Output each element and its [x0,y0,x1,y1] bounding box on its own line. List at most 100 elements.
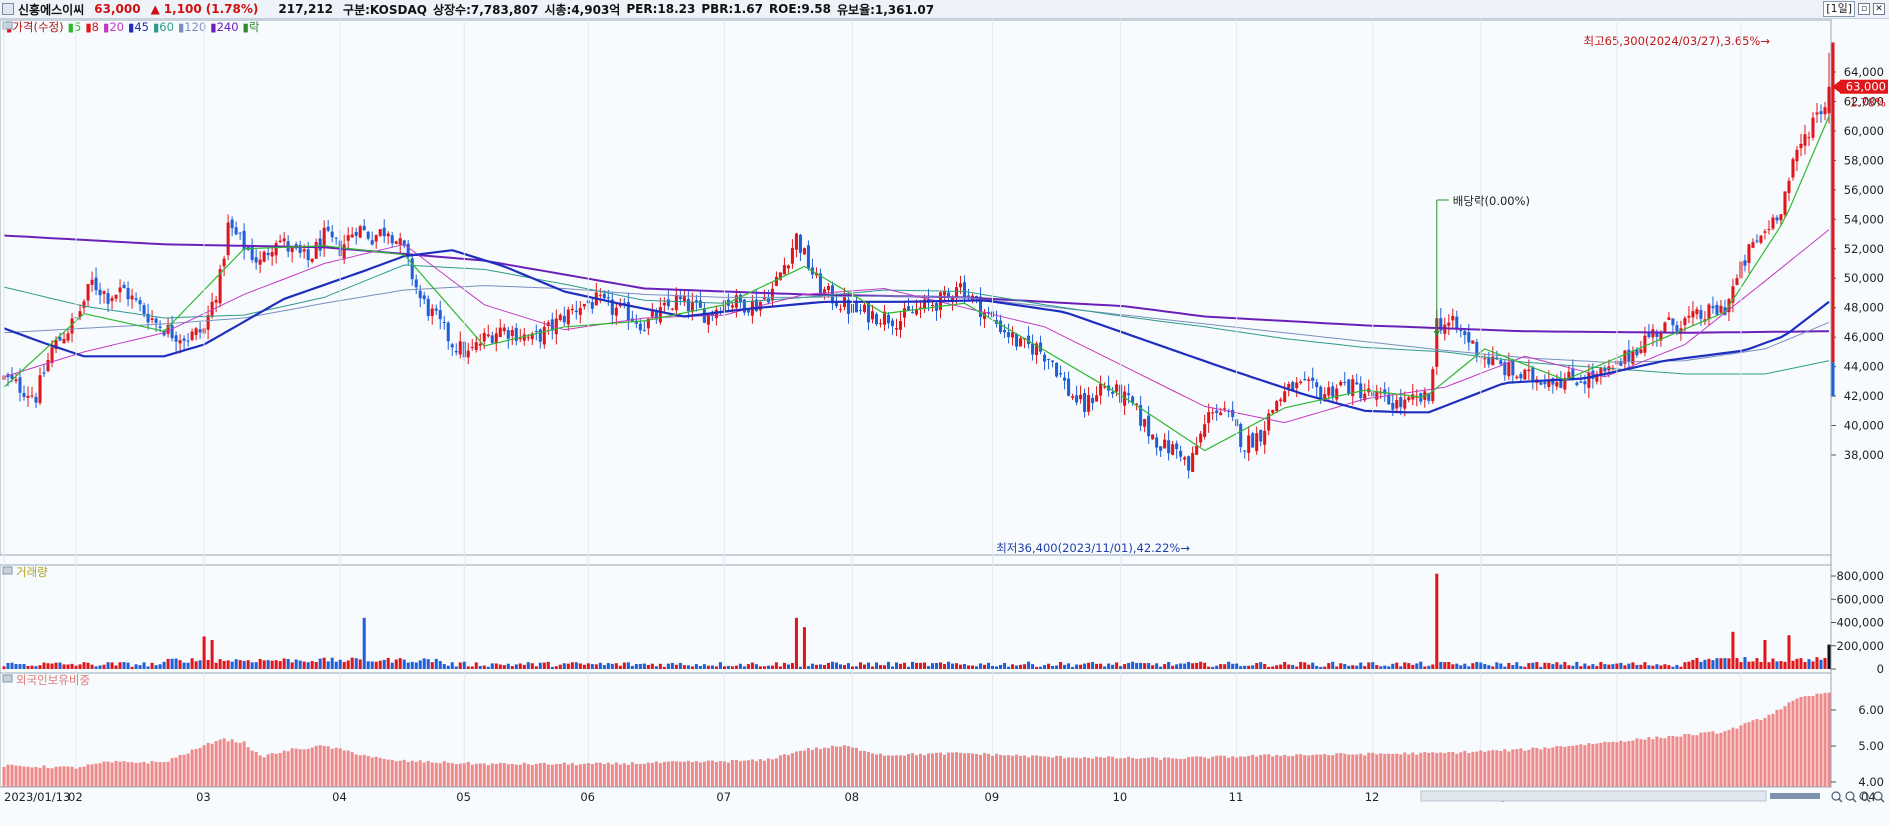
volume-bar [1351,665,1355,669]
foreign-bar [318,745,322,787]
candle-body [1747,244,1751,263]
foreign-bar [662,761,666,787]
price-tick-label: 54,000 [1844,212,1884,226]
candle-body [1007,332,1011,338]
volume-bar [1499,663,1503,669]
zoom-out-icon[interactable] [1831,791,1841,801]
candle-body [94,277,98,291]
foreign-bar [398,760,402,787]
candle-body [886,314,891,324]
x-tick-label: 2023/01/13 [4,790,70,804]
foreign-bar [738,761,742,787]
candle-body [1767,228,1771,230]
volume-bar [582,664,586,669]
volume-bar [1387,666,1391,669]
volume-bar [274,660,278,669]
foreign-bar [18,765,22,787]
chart-menu-icon[interactable] [2,3,14,15]
volume-bar [2,666,6,669]
foreign-bar [1691,735,1695,787]
candle-body [1083,393,1087,412]
price-legend: ▮가격(수정)▮5▮8▮20▮45▮60▮120▮240▮락 [6,20,260,34]
volume-bar [1279,664,1283,669]
foreign-bar [910,753,915,787]
candle-body [230,219,234,229]
volume-bar [1583,663,1587,669]
foreign-bar [1339,753,1343,787]
candle-body [790,247,794,264]
volume-bar [718,662,722,669]
volume-bar [1695,657,1699,669]
volume-bar [626,662,630,669]
volume-bar [1555,662,1559,669]
candle-body [426,298,430,317]
volume-bar [1783,661,1787,669]
candle-body [1279,399,1283,402]
foreign-bar [554,764,558,787]
volume-bar [694,664,698,669]
candle-body [1399,397,1403,408]
foreign-panel-toggle-icon[interactable] [2,674,13,683]
volume-bar [1535,662,1539,669]
candle-body [910,312,915,314]
volume-bar [1039,666,1043,669]
volume-bar [1819,659,1823,669]
foreign-bar [1459,752,1463,787]
volume-bar [538,662,542,669]
volume-bar [1067,663,1071,669]
candle-body [1239,424,1243,447]
foreign-bar [1367,752,1371,787]
volume-bar [810,663,814,669]
candle-body [158,326,162,328]
candle-body [382,227,386,237]
x-tick-label: 11 [1229,790,1244,804]
candle-body [975,295,979,298]
foreign-bar [1751,720,1755,787]
candle-body [1759,235,1763,243]
candle-body [454,350,458,353]
scrollbar-thumb[interactable] [1770,793,1820,799]
price-panel[interactable]: 38,000 40,000 42,000 44,000 46,000 48,000 50,0… [0,19,1888,556]
volume-bar [1755,658,1759,669]
chart-scrollbar[interactable] [1420,790,1767,802]
foreign-bar [1603,741,1607,787]
volume-bar [983,664,987,669]
candle-body [774,276,778,286]
volume-bar [959,664,963,669]
volume-bar [330,657,334,669]
volume-bar [1403,662,1407,669]
volume-panel-toggle-icon[interactable] [2,566,13,575]
change-percent: (1.78%) [205,2,259,16]
candle-body [1587,372,1591,388]
stock-name[interactable]: 신흥에스이씨 [18,1,84,18]
period-selector[interactable]: [1일] [1823,1,1855,17]
stock-chart[interactable]: 38,000 40,000 42,000 44,000 46,000 48,000 50,0… [0,19,1889,826]
volume-bar [794,617,798,669]
volume-bar [50,663,54,669]
foreign-bar [198,748,202,787]
foreign-bar [1659,737,1663,787]
volume-bar [1427,665,1431,669]
zoom-in-icon[interactable] [1845,791,1855,801]
foreign-bar [1655,736,1659,787]
foreign-bar [130,762,134,787]
volume-bar [1383,665,1387,669]
foreign-bar [1823,692,1827,787]
window-controls: [1일] ▫ ✕ [1823,1,1885,17]
volume-bar [1823,657,1827,669]
restore-icon[interactable]: ▫ [1858,3,1870,15]
volume-bar [1439,661,1443,669]
price-plot-area[interactable] [0,19,1832,556]
volume-plot-area[interactable] [0,564,1832,678]
volume-bar [1155,663,1159,669]
volume-bar [1615,663,1619,669]
candle-body [866,302,870,323]
current-price-label: 63,000 [1846,80,1886,94]
foreign-bar [6,764,10,787]
close-icon[interactable]: ✕ [1873,3,1885,15]
volume-bar [354,658,358,669]
volume-bar [770,665,774,669]
volume-bar [494,663,498,669]
volume-bar [1599,662,1603,669]
volume-bar [870,666,874,669]
